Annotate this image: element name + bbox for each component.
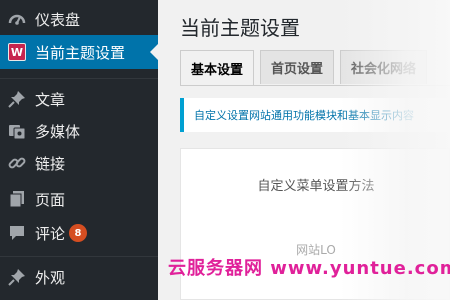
sidebar-item-label: 多媒体 bbox=[35, 122, 81, 141]
sidebar-item-label: 评论 bbox=[35, 224, 66, 243]
sidebar-item-pages[interactable]: 页面 bbox=[0, 182, 158, 216]
link-icon bbox=[7, 153, 27, 173]
sidebar-item-label: 仪表盘 bbox=[35, 10, 81, 29]
page-icon bbox=[7, 189, 27, 209]
sidebar-item-media[interactable]: 多媒体 bbox=[0, 114, 158, 148]
sidebar-item-dashboard[interactable]: 仪表盘 bbox=[0, 2, 158, 36]
panel-title: 自定义菜单设置方法 bbox=[257, 179, 375, 194]
info-notice: 自定义设置网站通用功能模块和基本显示内容 bbox=[180, 98, 450, 132]
comment-count-badge: 8 bbox=[69, 224, 88, 242]
sidebar-item-theme-settings[interactable]: W 当前主题设置 bbox=[0, 35, 158, 69]
page-title: 当前主题设置 bbox=[180, 16, 300, 40]
dashboard-icon bbox=[7, 9, 27, 29]
admin-sidebar: 仪表盘 W 当前主题设置 文章 多媒体 链接 页面 评论 8 外观 bbox=[0, 0, 158, 300]
sidebar-item-label: 外观 bbox=[35, 268, 66, 287]
comment-icon bbox=[7, 223, 27, 243]
sidebar-item-links[interactable]: 链接 bbox=[0, 146, 158, 180]
watermark: 云服务器网 www.yuntue.com bbox=[168, 258, 450, 279]
sidebar-item-posts[interactable]: 文章 bbox=[0, 82, 158, 116]
settings-tabs: 基本设置 首页设置 社会化网络 bbox=[180, 50, 433, 86]
media-icon bbox=[7, 121, 27, 141]
sidebar-item-label: 当前主题设置 bbox=[35, 43, 126, 62]
pin-icon bbox=[7, 89, 27, 109]
tab-home-settings[interactable]: 首页设置 bbox=[260, 50, 335, 84]
menu-separator bbox=[0, 256, 158, 257]
tabs-divider bbox=[180, 85, 450, 86]
tab-basic-settings[interactable]: 基本设置 bbox=[180, 50, 255, 86]
theme-logo-icon: W bbox=[7, 42, 27, 62]
notice-text: 自定义设置网站通用功能模块和基本显示内容 bbox=[194, 109, 414, 122]
appearance-icon bbox=[7, 267, 27, 287]
tab-social-network[interactable]: 社会化网络 bbox=[340, 50, 428, 84]
sidebar-item-label: 文章 bbox=[35, 90, 66, 109]
sidebar-item-comments[interactable]: 评论 8 bbox=[0, 216, 158, 250]
sidebar-item-label: 页面 bbox=[35, 190, 66, 209]
sidebar-item-appearance[interactable]: 外观 bbox=[0, 260, 158, 294]
menu-separator bbox=[0, 78, 158, 79]
sidebar-item-label: 链接 bbox=[35, 154, 66, 173]
